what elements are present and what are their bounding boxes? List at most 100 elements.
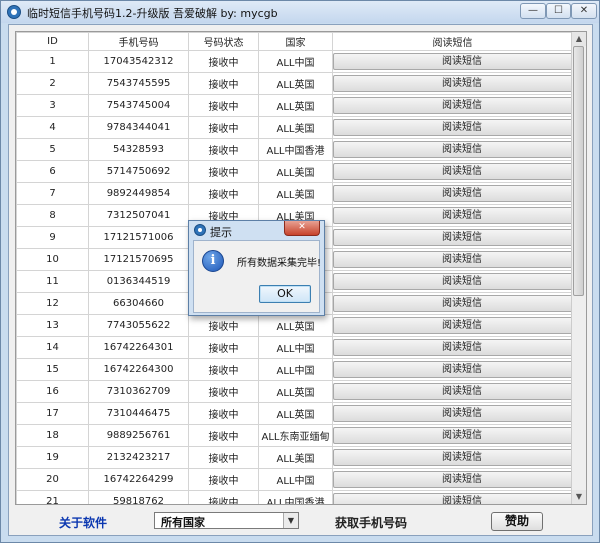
cell-id: 8 bbox=[16, 204, 89, 227]
read-sms-button[interactable]: 阅读短信 bbox=[333, 75, 572, 92]
cell-country: ALL东南亚缅甸 bbox=[258, 424, 333, 447]
table-row[interactable]: 2 7543745595 接收中 ALL英国 阅读短信 bbox=[16, 72, 573, 95]
cell-country: ALL美国 bbox=[258, 116, 333, 139]
read-sms-button[interactable]: 阅读短信 bbox=[333, 251, 572, 268]
read-sms-button[interactable]: 阅读短信 bbox=[333, 119, 572, 136]
ok-button[interactable]: OK bbox=[259, 285, 311, 303]
table-row[interactable]: 20 16742264299 接收中 ALL中国 阅读短信 bbox=[16, 468, 573, 491]
header-country[interactable]: 国家 bbox=[258, 32, 333, 51]
cell-read-sms: 阅读短信 bbox=[332, 204, 573, 227]
read-sms-button[interactable]: 阅读短信 bbox=[333, 207, 572, 224]
read-sms-button[interactable]: 阅读短信 bbox=[333, 317, 572, 334]
header-status[interactable]: 号码状态 bbox=[188, 32, 259, 51]
cell-country: ALL英国 bbox=[258, 314, 333, 337]
cell-phone: 16742264301 bbox=[88, 336, 189, 359]
cell-id: 12 bbox=[16, 292, 89, 315]
read-sms-button[interactable]: 阅读短信 bbox=[333, 229, 572, 246]
read-sms-button[interactable]: 阅读短信 bbox=[333, 493, 572, 504]
scroll-down-icon[interactable]: ▼ bbox=[572, 490, 586, 504]
scrollbar-thumb[interactable] bbox=[573, 46, 584, 296]
table-row[interactable]: 14 16742264301 接收中 ALL中国 阅读短信 bbox=[16, 336, 573, 359]
cell-status: 接收中 bbox=[188, 116, 259, 139]
dialog-close-button[interactable]: ✕ bbox=[284, 221, 320, 236]
read-sms-button[interactable]: 阅读短信 bbox=[333, 53, 572, 70]
read-sms-button[interactable]: 阅读短信 bbox=[333, 405, 572, 422]
table-row[interactable]: 7 9892449854 接收中 ALL美国 阅读短信 bbox=[16, 182, 573, 205]
table-row[interactable]: 16 7310362709 接收中 ALL英国 阅读短信 bbox=[16, 380, 573, 403]
dialog-title: 提示 bbox=[210, 226, 232, 239]
table-row[interactable]: 5 54328593 接收中 ALL中国香港 阅读短信 bbox=[16, 138, 573, 161]
close-button[interactable]: ✕ bbox=[571, 3, 597, 19]
scroll-up-icon[interactable]: ▲ bbox=[572, 32, 586, 46]
cell-id: 7 bbox=[16, 182, 89, 205]
read-sms-button[interactable]: 阅读短信 bbox=[333, 383, 572, 400]
table-row[interactable]: 1 17043542312 接收中 ALL中国 阅读短信 bbox=[16, 50, 573, 73]
cell-phone: 7310446475 bbox=[88, 402, 189, 425]
cell-read-sms: 阅读短信 bbox=[332, 160, 573, 183]
get-phone-number-label[interactable]: 获取手机号码 bbox=[335, 514, 407, 531]
header-read-sms[interactable]: 阅读短信 bbox=[332, 32, 573, 51]
cell-phone: 17121571006 bbox=[88, 226, 189, 249]
cell-id: 17 bbox=[16, 402, 89, 425]
read-sms-button[interactable]: 阅读短信 bbox=[333, 295, 572, 312]
read-sms-button[interactable]: 阅读短信 bbox=[333, 185, 572, 202]
table-row[interactable]: 3 7543745004 接收中 ALL英国 阅读短信 bbox=[16, 94, 573, 117]
country-select-value: 所有国家 bbox=[161, 516, 205, 529]
read-sms-button[interactable]: 阅读短信 bbox=[333, 449, 572, 466]
close-icon: ✕ bbox=[579, 5, 589, 16]
cell-read-sms: 阅读短信 bbox=[332, 292, 573, 315]
cell-id: 4 bbox=[16, 116, 89, 139]
cell-country: ALL中国 bbox=[258, 468, 333, 491]
close-icon: ✕ bbox=[298, 222, 306, 232]
read-sms-button[interactable]: 阅读短信 bbox=[333, 427, 572, 444]
cell-status: 接收中 bbox=[188, 94, 259, 117]
cell-phone: 7312507041 bbox=[88, 204, 189, 227]
header-id[interactable]: ID bbox=[16, 32, 89, 51]
table-row[interactable]: 15 16742264300 接收中 ALL中国 阅读短信 bbox=[16, 358, 573, 381]
cell-read-sms: 阅读短信 bbox=[332, 72, 573, 95]
dialog-title-bar[interactable]: 提示 ✕ bbox=[189, 221, 324, 239]
chevron-down-icon[interactable]: ▼ bbox=[283, 513, 298, 528]
read-sms-button[interactable]: 阅读短信 bbox=[333, 141, 572, 158]
cell-read-sms: 阅读短信 bbox=[332, 424, 573, 447]
table-header-row: ID 手机号码 号码状态 国家 阅读短信 bbox=[16, 32, 573, 51]
cell-phone: 16742264300 bbox=[88, 358, 189, 381]
read-sms-button[interactable]: 阅读短信 bbox=[333, 163, 572, 180]
cell-read-sms: 阅读短信 bbox=[332, 468, 573, 491]
maximize-button[interactable]: ☐ bbox=[546, 3, 571, 19]
cell-read-sms: 阅读短信 bbox=[332, 490, 573, 504]
title-bar[interactable]: 临时短信手机号码1.2-升级版 吾爱破解 by: mycgb — ☐ ✕ bbox=[1, 1, 599, 23]
read-sms-button[interactable]: 阅读短信 bbox=[333, 361, 572, 378]
table-row[interactable]: 13 7743055622 接收中 ALL英国 阅读短信 bbox=[16, 314, 573, 337]
cell-status: 接收中 bbox=[188, 468, 259, 491]
cell-id: 20 bbox=[16, 468, 89, 491]
cell-status: 接收中 bbox=[188, 402, 259, 425]
cell-country: ALL中国 bbox=[258, 50, 333, 73]
table-row[interactable]: 6 5714750692 接收中 ALL美国 阅读短信 bbox=[16, 160, 573, 183]
sponsor-button[interactable]: 赞助 bbox=[491, 512, 543, 531]
table-row[interactable]: 17 7310446475 接收中 ALL英国 阅读短信 bbox=[16, 402, 573, 425]
read-sms-button[interactable]: 阅读短信 bbox=[333, 97, 572, 114]
info-icon: i bbox=[202, 250, 224, 272]
table-row[interactable]: 21 59818762 接收中 ALL中国香港 阅读短信 bbox=[16, 490, 573, 504]
table-row[interactable]: 18 9889256761 接收中 ALL东南亚缅甸 阅读短信 bbox=[16, 424, 573, 447]
read-sms-button[interactable]: 阅读短信 bbox=[333, 273, 572, 290]
cell-phone: 66304660 bbox=[88, 292, 189, 315]
minimize-button[interactable]: — bbox=[520, 3, 546, 19]
table-row[interactable]: 4 9784344041 接收中 ALL美国 阅读短信 bbox=[16, 116, 573, 139]
table-row[interactable]: 19 2132423217 接收中 ALL美国 阅读短信 bbox=[16, 446, 573, 469]
cell-country: ALL中国香港 bbox=[258, 138, 333, 161]
country-select[interactable]: 所有国家 ▼ bbox=[154, 512, 299, 529]
read-sms-button[interactable]: 阅读短信 bbox=[333, 471, 572, 488]
cell-phone: 9889256761 bbox=[88, 424, 189, 447]
header-phone[interactable]: 手机号码 bbox=[88, 32, 189, 51]
cell-country: ALL美国 bbox=[258, 160, 333, 183]
cell-id: 14 bbox=[16, 336, 89, 359]
cell-read-sms: 阅读短信 bbox=[332, 336, 573, 359]
about-software-link[interactable]: 关于软件 bbox=[59, 514, 107, 531]
read-sms-button[interactable]: 阅读短信 bbox=[333, 339, 572, 356]
cell-read-sms: 阅读短信 bbox=[332, 50, 573, 73]
cell-status: 接收中 bbox=[188, 72, 259, 95]
vertical-scrollbar[interactable]: ▲ ▼ bbox=[571, 32, 586, 504]
cell-phone: 7310362709 bbox=[88, 380, 189, 403]
